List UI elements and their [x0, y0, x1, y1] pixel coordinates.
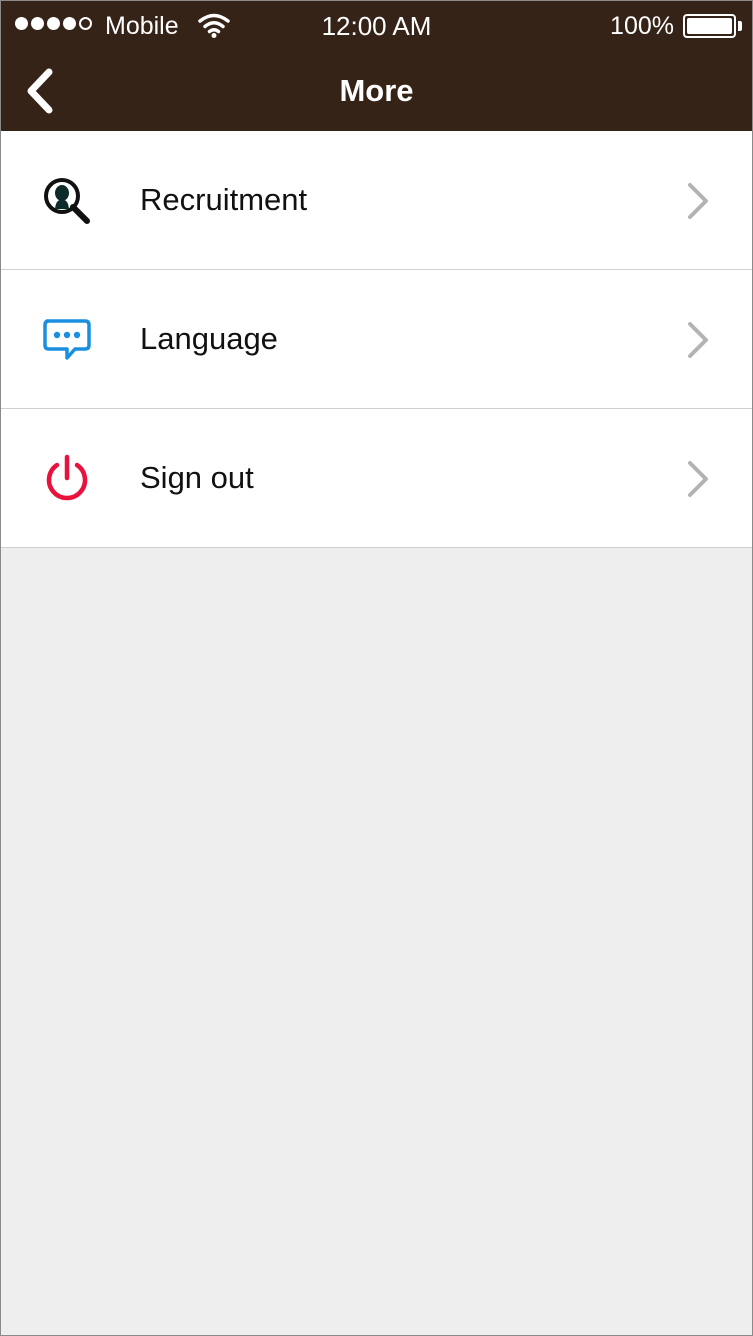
battery-icon	[683, 14, 736, 38]
recruitment-search-icon	[39, 175, 95, 227]
app-frame: Mobile 12:00 AM 100% More Recruitment La…	[0, 0, 753, 1336]
menu-item-label: Language	[140, 321, 278, 356]
chevron-right-icon	[688, 183, 708, 219]
battery-nub	[738, 21, 742, 31]
menu-item-label: Recruitment	[140, 182, 308, 217]
power-icon	[39, 453, 95, 505]
chat-bubble-icon	[39, 314, 95, 366]
status-bar: Mobile 12:00 AM 100%	[1, 1, 752, 51]
menu-item-sign-out[interactable]: Sign out	[1, 409, 752, 548]
menu-list: Recruitment Language Sign out	[1, 131, 752, 548]
navigation-bar: More	[1, 51, 752, 131]
menu-item-label: Sign out	[140, 460, 254, 495]
menu-item-recruitment[interactable]: Recruitment	[1, 131, 752, 270]
chevron-right-icon	[688, 322, 708, 358]
chevron-right-icon	[688, 461, 708, 497]
battery-percent: 100%	[610, 12, 674, 40]
menu-item-language[interactable]: Language	[1, 270, 752, 409]
page-title: More	[339, 73, 414, 108]
